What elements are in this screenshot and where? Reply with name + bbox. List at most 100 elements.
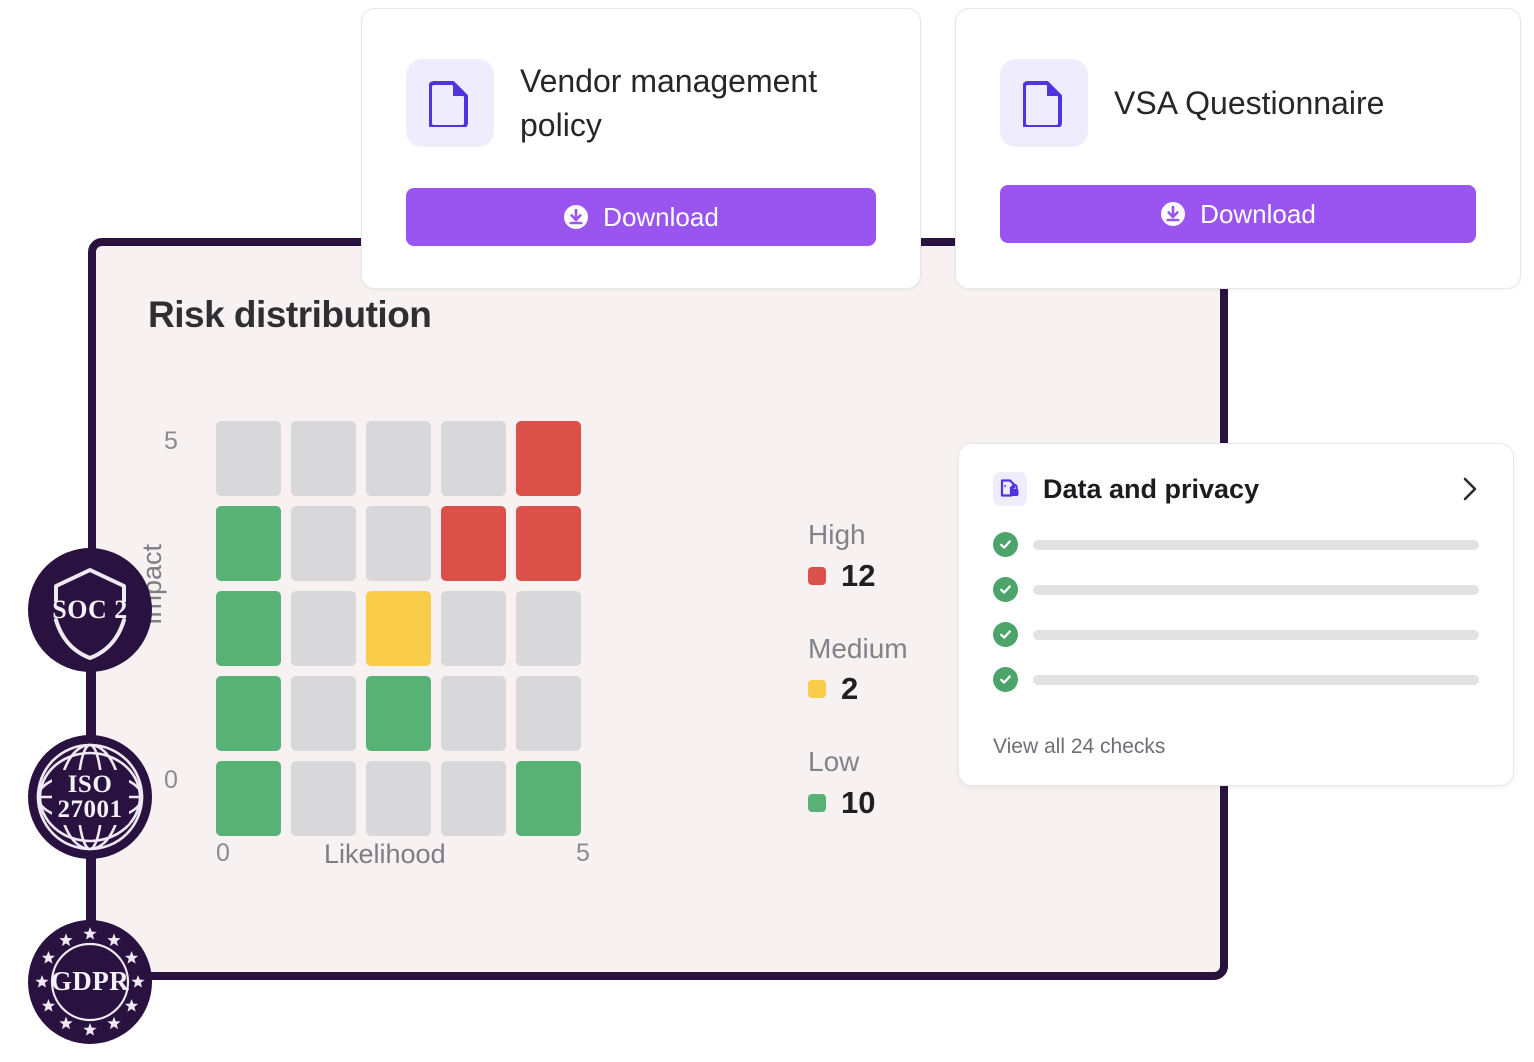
download-button[interactable]: Download	[1000, 185, 1476, 243]
risk-cell-r3-c4[interactable]	[516, 676, 581, 751]
badge-iso-label: ISO 27001	[51, 769, 129, 825]
check-row[interactable]	[993, 667, 1479, 692]
legend-swatch-medium	[808, 680, 826, 699]
risk-cell-r0-c4[interactable]	[516, 421, 581, 496]
x-axis-label: Likelihood	[324, 839, 446, 869]
risk-cell-r4-c2[interactable]	[366, 761, 431, 836]
eu-star	[41, 999, 56, 1012]
risk-cell-r2-c2[interactable]	[366, 591, 431, 666]
legend-label: Medium	[808, 632, 908, 664]
risk-cell-r1-c2[interactable]	[366, 506, 431, 581]
document-lock-icon	[993, 472, 1027, 506]
legend-value-row: 12	[808, 558, 908, 594]
risk-cell-r1-c3[interactable]	[441, 506, 506, 581]
check-placeholder-bar	[1033, 674, 1479, 685]
eu-star	[124, 951, 139, 964]
eu-star	[107, 933, 121, 947]
risk-cell-r0-c2[interactable]	[366, 421, 431, 496]
risk-cell-r2-c0[interactable]	[216, 591, 281, 666]
risk-cell-r3-c0[interactable]	[216, 676, 281, 751]
risk-cell-r0-c1[interactable]	[291, 421, 356, 496]
privacy-card-title: Data and privacy	[1043, 473, 1260, 504]
download-icon	[564, 205, 589, 229]
badge-soc2-label: SOC 2	[52, 594, 128, 624]
risk-cell-r4-c3[interactable]	[441, 761, 506, 836]
document-card-header: VSA Questionnaire	[956, 9, 1520, 147]
legend-swatch-low	[808, 793, 826, 812]
eu-star	[107, 1016, 121, 1030]
legend-value-row: 10	[808, 785, 908, 821]
download-button[interactable]: Download	[406, 188, 876, 246]
risk-cell-r3-c2[interactable]	[366, 676, 431, 751]
eu-star	[124, 999, 139, 1012]
badge-gdpr: GDPR	[28, 920, 152, 1044]
screenshot-root: Risk distribution 5 0 Impact 0 Likelihoo…	[0, 0, 1534, 1062]
document-icon	[1000, 59, 1088, 147]
legend-group-medium: Medium 2	[808, 632, 908, 708]
badge-soc2: SOC 2	[28, 548, 152, 672]
badge-iso-line2: 27001	[57, 796, 123, 823]
risk-matrix-grid	[216, 421, 581, 836]
check-circle-icon	[993, 667, 1018, 692]
risk-matrix: 5 0 Impact 0 Likelihood 5	[137, 421, 590, 869]
x-axis-tick-min: 0	[216, 839, 230, 867]
eu-star	[41, 951, 56, 964]
risk-cell-r1-c0[interactable]	[216, 506, 281, 581]
legend-label: High	[808, 519, 866, 550]
eu-star	[35, 975, 49, 988]
y-axis-tick-min: 0	[164, 766, 178, 794]
risk-cell-r2-c1[interactable]	[291, 591, 356, 666]
privacy-card-header: Data and privacy	[959, 444, 1513, 506]
check-row[interactable]	[993, 622, 1479, 647]
check-row[interactable]	[993, 532, 1479, 557]
data-and-privacy-card[interactable]: Data and privacy View all 24 checks	[958, 443, 1514, 786]
document-file-icon	[429, 81, 468, 128]
document-file-icon	[1023, 81, 1062, 127]
chevron-right-glyph	[1463, 477, 1477, 501]
risk-cell-r4-c1[interactable]	[291, 761, 356, 836]
download-icon	[1161, 202, 1186, 226]
risk-cell-r4-c0[interactable]	[216, 761, 281, 836]
legend-group-high: High 12	[808, 518, 908, 594]
document-icon	[406, 59, 494, 148]
risk-cell-r1-c1[interactable]	[291, 506, 356, 581]
document-card-title: VSA Questionnaire	[1114, 84, 1385, 121]
chevron-right-icon[interactable]	[1459, 474, 1481, 504]
document-lock-glyph	[1000, 479, 1019, 497]
x-axis-tick-max: 5	[576, 839, 590, 867]
eu-star	[83, 1023, 97, 1036]
risk-cell-r2-c4[interactable]	[516, 591, 581, 666]
risk-cell-r3-c3[interactable]	[441, 676, 506, 751]
document-card-title: Vendor management policy	[520, 63, 818, 144]
download-button-label: Download	[603, 201, 719, 232]
check-circle-icon	[993, 622, 1018, 647]
document-card-vsa-questionnaire[interactable]: VSA Questionnaire Download	[955, 8, 1521, 289]
risk-legend: High 12 Medium 2 Low 10	[808, 518, 908, 821]
eu-star	[131, 975, 145, 988]
eu-star	[59, 933, 73, 947]
check-placeholder-bar	[1033, 584, 1479, 595]
legend-group-low: Low 10	[808, 745, 908, 821]
document-card-header: Vendor management policy	[362, 9, 920, 148]
privacy-check-list	[959, 506, 1513, 692]
eu-star	[59, 1016, 73, 1030]
view-all-checks-link[interactable]: View all 24 checks	[993, 735, 1165, 759]
legend-label: Low	[808, 746, 860, 778]
check-placeholder-bar	[1033, 539, 1479, 550]
risk-cell-r0-c3[interactable]	[441, 421, 506, 496]
risk-cell-r3-c1[interactable]	[291, 676, 356, 751]
check-circle-icon	[993, 577, 1018, 602]
check-placeholder-bar	[1033, 629, 1479, 640]
legend-count: 2	[841, 671, 859, 707]
risk-cell-r0-c0[interactable]	[216, 421, 281, 496]
risk-cell-r2-c3[interactable]	[441, 591, 506, 666]
legend-value-row: 2	[808, 671, 908, 707]
page-title: Risk distribution	[148, 294, 432, 335]
document-card-vendor-management-policy[interactable]: Vendor management policy Download	[361, 8, 921, 289]
risk-cell-r4-c4[interactable]	[516, 761, 581, 836]
badge-gdpr-label: GDPR	[50, 966, 130, 997]
risk-cell-r1-c4[interactable]	[516, 506, 581, 581]
legend-swatch-high	[808, 566, 826, 585]
check-circle-icon	[993, 532, 1018, 557]
check-row[interactable]	[993, 577, 1479, 602]
